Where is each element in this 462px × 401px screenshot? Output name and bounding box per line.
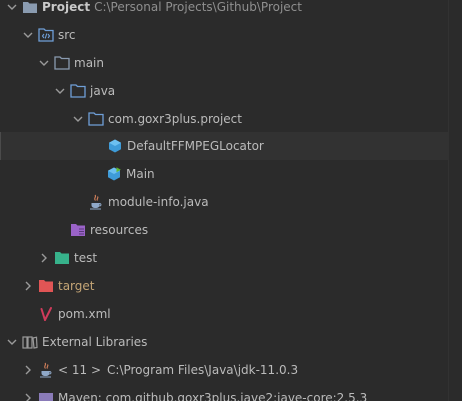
tree-node-package[interactable]: com.goxr3plus.project	[0, 105, 449, 133]
main-label: main	[74, 56, 104, 70]
chevron-down-icon[interactable]	[36, 55, 52, 71]
tree-node-java[interactable]: java	[0, 77, 449, 105]
main-class-icon	[106, 166, 122, 182]
tree-node-module-info[interactable]: module-info.java	[0, 188, 449, 216]
library-icon	[22, 334, 38, 350]
jdk-version: < 11 >	[58, 363, 102, 377]
test-label: test	[74, 251, 98, 265]
chevron-right-icon[interactable]	[20, 278, 36, 294]
excluded-folder-icon	[38, 278, 54, 294]
tree-node-pom[interactable]: pom.xml	[0, 300, 449, 328]
jdk-icon	[38, 362, 54, 378]
java-label: java	[90, 84, 116, 98]
chevron-right-icon[interactable]	[20, 390, 36, 401]
src-label: src	[58, 28, 76, 42]
class-main-label: Main	[126, 167, 155, 181]
package-folder-icon	[88, 111, 104, 127]
external-libraries-label: External Libraries	[42, 335, 148, 349]
resources-folder-icon	[70, 222, 86, 238]
project-folder-icon	[22, 0, 38, 15]
target-label: target	[58, 279, 95, 293]
vertical-scrollbar[interactable]	[448, 0, 462, 401]
chevron-down-icon[interactable]	[4, 334, 20, 350]
tree-node-target[interactable]: target	[0, 272, 449, 300]
chevron-down-icon[interactable]	[52, 83, 68, 99]
chevron-down-icon[interactable]	[4, 0, 20, 15]
project-label: Project	[42, 0, 91, 14]
class-icon	[107, 138, 123, 154]
tree-node-project[interactable]: Project C:\Personal Projects\Github\Proj…	[0, 0, 449, 21]
tree-node-class-main[interactable]: Main	[0, 160, 449, 188]
java-file-icon	[88, 194, 104, 210]
tree-node-resources[interactable]: resources	[0, 216, 449, 244]
chevron-right-icon[interactable]	[36, 250, 52, 266]
package-label: com.goxr3plus.project	[108, 112, 242, 126]
maven-file-icon	[38, 306, 54, 322]
chevron-down-icon[interactable]	[20, 27, 36, 43]
folder-icon	[54, 55, 70, 71]
tree-node-class-locator[interactable]: DefaultFFMPEGLocator	[0, 132, 450, 160]
source-root-folder-icon	[70, 83, 86, 99]
maven-dependency-label: Maven: com.github.goxr3plus.jave2:jave-c…	[58, 391, 368, 401]
class-locator-label: DefaultFFMPEGLocator	[127, 139, 264, 153]
module-info-label: module-info.java	[108, 195, 209, 209]
jdk-path: C:\Program Files\Java\jdk-11.0.3	[107, 363, 299, 377]
tree-node-test[interactable]: test	[0, 244, 449, 272]
tree-node-main[interactable]: main	[0, 49, 449, 77]
project-tree: Project C:\Personal Projects\Github\Proj…	[0, 0, 462, 401]
tree-node-external-libraries[interactable]: External Libraries	[0, 328, 449, 356]
tree-node-maven-dependency[interactable]: Maven: com.github.goxr3plus.jave2:jave-c…	[0, 384, 449, 401]
resources-label: resources	[90, 223, 149, 237]
test-folder-icon	[54, 250, 70, 266]
library-jar-icon	[38, 390, 54, 401]
chevron-right-icon[interactable]	[20, 362, 36, 378]
tree-node-jdk[interactable]: < 11 > C:\Program Files\Java\jdk-11.0.3	[0, 356, 449, 384]
tree-node-src[interactable]: src	[0, 21, 449, 49]
chevron-down-icon[interactable]	[70, 111, 86, 127]
project-path: C:\Personal Projects\Github\Project	[94, 0, 302, 14]
source-folder-icon	[38, 27, 54, 43]
pom-label: pom.xml	[58, 307, 111, 321]
